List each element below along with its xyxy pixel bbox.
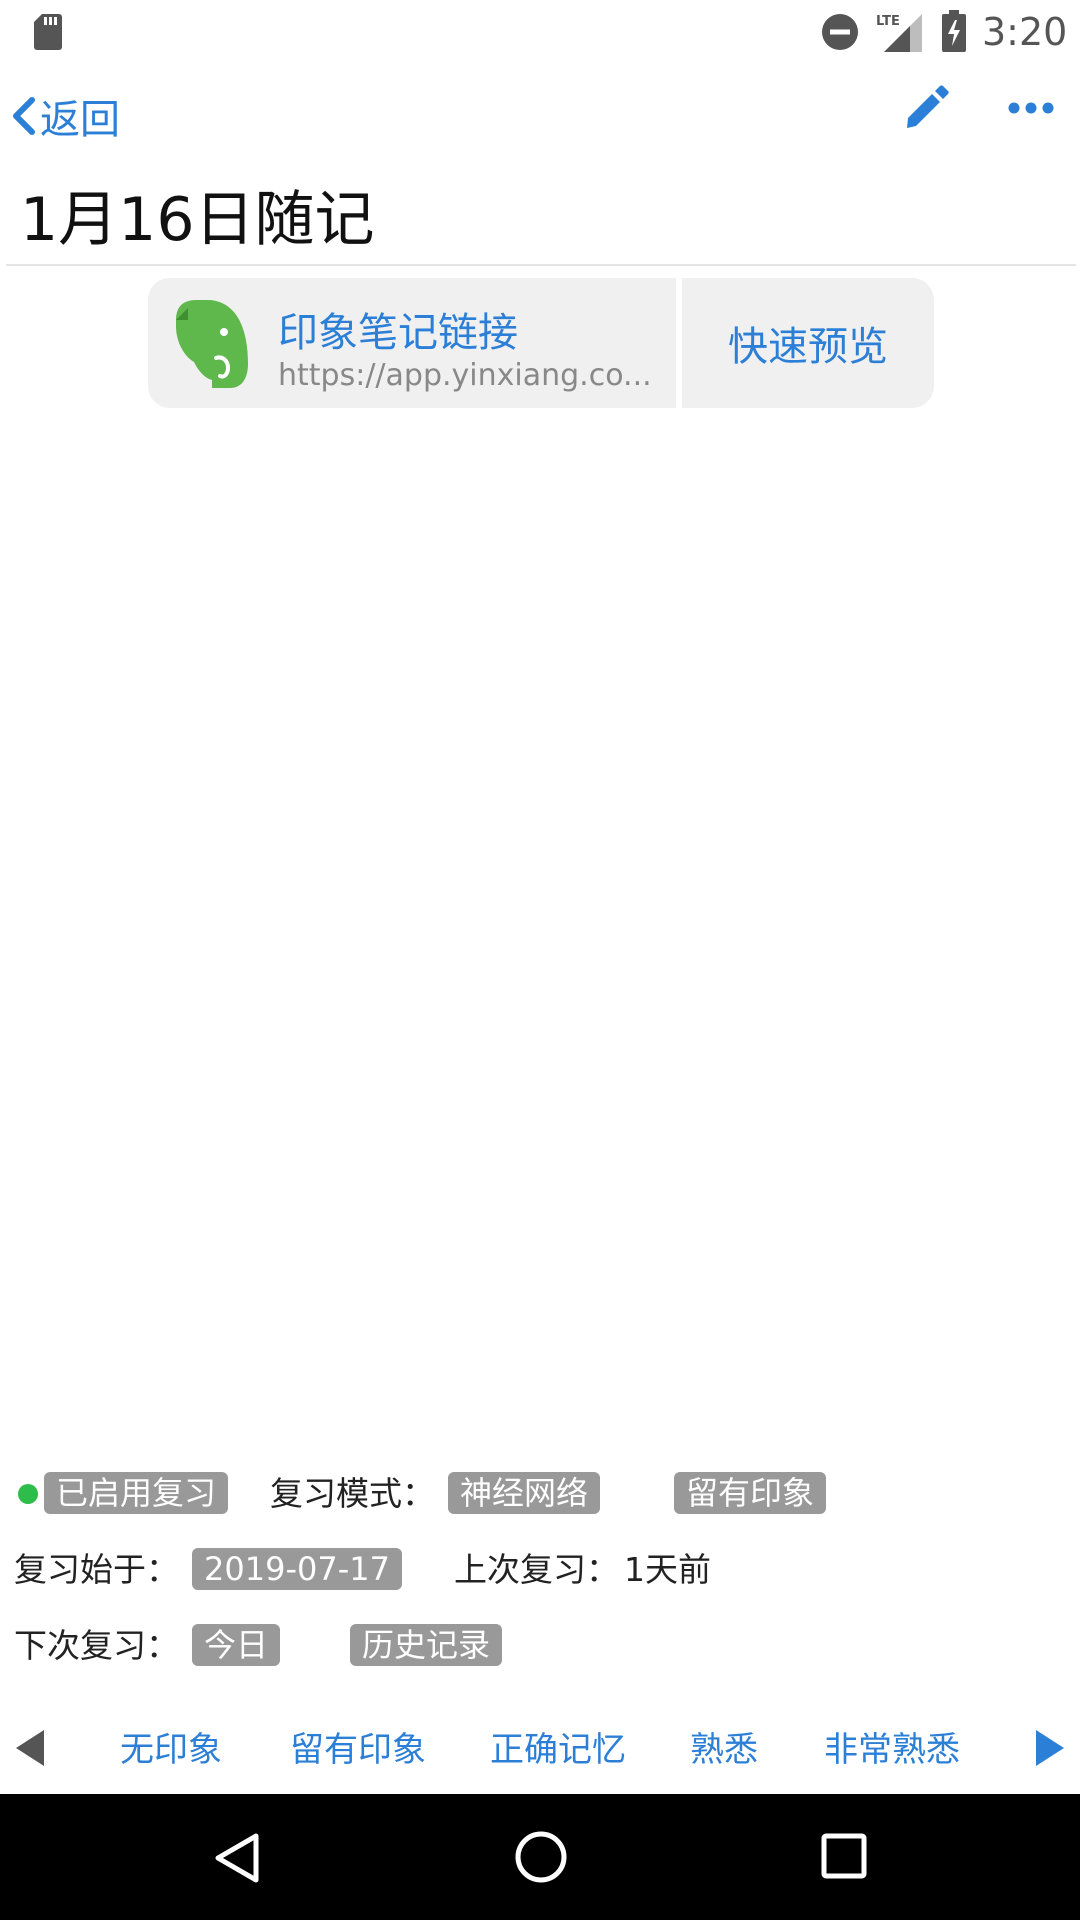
back-button[interactable]: 返回 bbox=[10, 88, 120, 144]
pencil-icon[interactable] bbox=[904, 84, 950, 130]
last-review-value: 1天前 bbox=[624, 1550, 711, 1589]
evernote-link-card: 印象笔记链接 https://app.yinxiang.co... 快速预览 bbox=[148, 278, 934, 408]
next-review-chip: 今日 bbox=[192, 1624, 281, 1666]
review-start-chip: 2019-07-17 bbox=[192, 1548, 402, 1590]
nav-recents-icon[interactable] bbox=[820, 1832, 868, 1880]
svg-text:LTE: LTE bbox=[876, 14, 900, 29]
rating-bar: 无印象 留有印象 正确记忆 熟悉 非常熟悉 bbox=[0, 1722, 1080, 1778]
rating-option-familiar[interactable]: 熟悉 bbox=[690, 1722, 758, 1778]
review-row-3: 下次复习： 今日 历史记录 bbox=[0, 1624, 1080, 1674]
history-button[interactable]: 历史记录 bbox=[350, 1624, 503, 1666]
nav-home-icon[interactable] bbox=[514, 1830, 568, 1884]
review-start-label: 复习始于： bbox=[14, 1550, 179, 1589]
arrow-left-icon[interactable] bbox=[14, 1728, 44, 1768]
status-clock: 3:20 bbox=[982, 10, 1068, 54]
title-divider bbox=[6, 264, 1076, 266]
review-mode-chip[interactable]: 神经网络 bbox=[448, 1472, 601, 1514]
review-row-1: 已启用复习 复习模式： 神经网络 留有印象 bbox=[0, 1472, 1080, 1522]
rating-option-impression[interactable]: 留有印象 bbox=[290, 1722, 426, 1778]
lte-signal-icon: LTE bbox=[876, 14, 922, 52]
back-label: 返回 bbox=[40, 97, 120, 143]
page-title: 1月16日随记 bbox=[20, 185, 375, 255]
note-screen: LTE 3:20 返回 1月16日随记 印象笔记链接 https://app.y… bbox=[0, 0, 1080, 1920]
link-url: https://app.yinxiang.co... bbox=[278, 358, 652, 393]
do-not-disturb-icon bbox=[822, 14, 858, 50]
more-horizontal-icon[interactable] bbox=[1008, 98, 1054, 118]
battery-charging-icon bbox=[942, 10, 966, 52]
last-review-label: 上次复习： bbox=[454, 1550, 619, 1589]
chevron-left-icon bbox=[13, 97, 35, 135]
next-review-label: 下次复习： bbox=[14, 1626, 179, 1665]
evernote-elephant-icon bbox=[176, 300, 248, 388]
review-row-2: 复习始于： 2019-07-17 上次复习： 1天前 bbox=[0, 1548, 1080, 1598]
review-mode-label: 复习模式： bbox=[270, 1474, 435, 1513]
rating-option-correct[interactable]: 正确记忆 bbox=[490, 1722, 626, 1778]
rating-option-none[interactable]: 无印象 bbox=[120, 1722, 222, 1778]
navigation-bar bbox=[0, 1794, 1080, 1920]
arrow-right-icon[interactable] bbox=[1036, 1728, 1066, 1768]
review-enabled-chip[interactable]: 已启用复习 bbox=[44, 1472, 229, 1514]
sd-card-icon bbox=[34, 14, 62, 50]
review-level-chip[interactable]: 留有印象 bbox=[674, 1472, 827, 1514]
nav-back-icon[interactable] bbox=[212, 1832, 262, 1884]
status-bar: LTE 3:20 bbox=[0, 0, 1080, 64]
quick-preview-button[interactable]: 快速预览 bbox=[682, 278, 934, 408]
review-enabled-dot bbox=[18, 1484, 38, 1504]
link-title: 印象笔记链接 bbox=[278, 310, 518, 356]
evernote-link[interactable]: 印象笔记链接 https://app.yinxiang.co... bbox=[148, 278, 676, 408]
rating-option-very-familiar[interactable]: 非常熟悉 bbox=[824, 1722, 960, 1778]
